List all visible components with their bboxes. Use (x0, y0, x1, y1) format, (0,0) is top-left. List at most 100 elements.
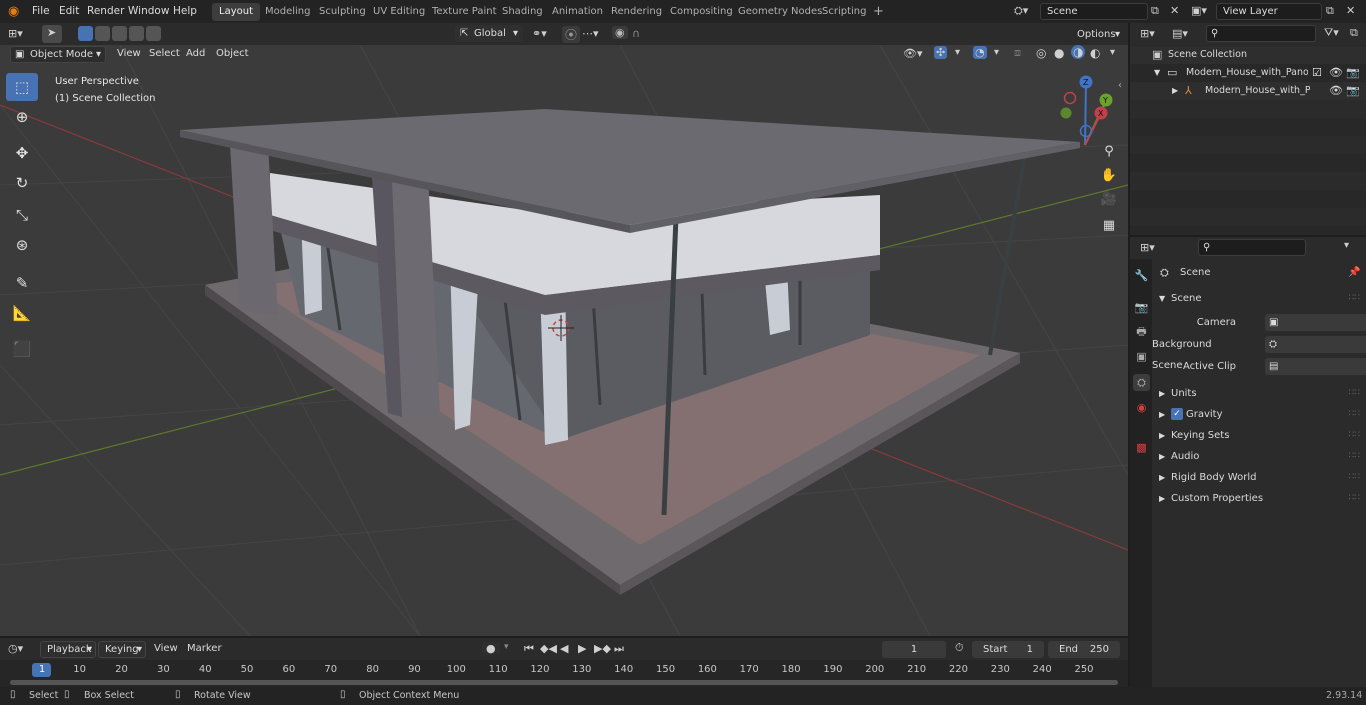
viewport-menu-view[interactable]: View (113, 44, 145, 64)
current-frame-field[interactable]: 1 (882, 641, 946, 658)
selection-mode-new[interactable] (78, 26, 93, 41)
3d-viewport[interactable]: Z Y X User Perspective (1) Scene Collect… (0, 45, 1128, 636)
active-clip-field[interactable]: ▤ (1265, 358, 1366, 375)
view-layer-icon[interactable]: ▣▾ (1191, 4, 1207, 17)
tab-uv-editing[interactable]: UV Editing (366, 3, 432, 21)
audio-panel[interactable]: ▶ Audio ∷∷ (1152, 446, 1366, 467)
selection-mode-subtract[interactable] (112, 26, 127, 41)
select-tool-button[interactable]: ➤ (42, 25, 62, 43)
filter-icon[interactable]: ⛛▾ (1324, 26, 1339, 40)
tab-texture-paint[interactable]: Texture Paint (425, 3, 504, 21)
delete-view-layer-icon[interactable]: ✕ (1346, 4, 1355, 17)
pin-icon[interactable]: 📌 (1348, 262, 1360, 283)
expand-arrow-icon[interactable]: ▶ (1172, 82, 1178, 100)
annotate-tool-icon[interactable]: ✎ (6, 269, 38, 297)
drag-handle-icon[interactable]: ∷∷ (1349, 446, 1360, 467)
next-keyframe-icon[interactable]: ▶◆ (594, 642, 611, 655)
options-dropdown[interactable]: Options ▾ (1070, 26, 1124, 43)
outliner-row-collection[interactable]: ▼ ▭ Modern_House_with_Panoran ☑ 👁 📷 (1130, 64, 1366, 82)
menu-help[interactable]: Help (169, 0, 201, 23)
selection-mode-intersect[interactable] (146, 26, 161, 41)
viewport-menu-select[interactable]: Select (145, 44, 184, 64)
texture-tab-icon[interactable]: ▩ (1133, 439, 1150, 456)
scale-tool-icon[interactable]: ⤡ (6, 201, 38, 229)
move-tool-icon[interactable]: ✥ (6, 139, 38, 167)
tab-modeling[interactable]: Modeling (258, 3, 318, 21)
expand-arrow-icon[interactable]: ▼ (1154, 64, 1160, 82)
selection-mode-extend[interactable] (95, 26, 110, 41)
start-frame-field[interactable]: Start 1 (972, 641, 1044, 658)
properties-options-icon[interactable]: ▾ (1344, 240, 1349, 251)
record-options-icon[interactable]: ▾ (504, 642, 509, 652)
menu-render[interactable]: Render (83, 0, 128, 23)
measure-tool-icon[interactable]: 📐 (6, 299, 38, 327)
end-frame-field[interactable]: End 250 (1048, 641, 1120, 658)
render-camera-icon[interactable]: 📷 (1346, 82, 1360, 100)
properties-editor-icon[interactable]: ⊞▾ (1140, 241, 1155, 254)
render-camera-icon[interactable]: 📷 (1346, 64, 1360, 82)
eye-icon[interactable]: 👁 (1329, 64, 1343, 82)
outliner-row-scene-collection[interactable]: ▣ Scene Collection (1130, 46, 1366, 64)
prev-keyframe-icon[interactable]: ◆◀ (540, 642, 557, 655)
transform-tool-icon[interactable]: ⊛ (6, 231, 38, 259)
menu-edit[interactable]: Edit (55, 0, 83, 23)
render-tab-icon[interactable]: 📷 (1133, 299, 1150, 316)
shading-solid-icon[interactable]: ● (1054, 46, 1064, 60)
new-collection-icon[interactable]: ⧉ (1350, 26, 1358, 40)
keying-menu[interactable]: Keying ▾ (98, 641, 146, 658)
zoom-icon[interactable]: ⚲ (1098, 141, 1120, 163)
timeline-scrollbar[interactable] (10, 680, 1118, 685)
gravity-panel[interactable]: ▶ ✓ Gravity ∷∷ (1152, 404, 1366, 425)
tab-compositing[interactable]: Compositing (663, 3, 740, 21)
outliner-editor-icon[interactable]: ⊞▾ (1140, 27, 1155, 40)
tab-layout[interactable]: Layout (212, 3, 260, 21)
timeline-menu-view[interactable]: View (150, 639, 182, 659)
navigation-gizmo[interactable]: Z Y X (1060, 75, 1113, 146)
cursor-tool-icon[interactable]: ⊕ (6, 103, 38, 131)
play-icon[interactable]: ▶ (578, 642, 586, 655)
tab-sculpting[interactable]: Sculpting (312, 3, 373, 21)
properties-search-input[interactable]: ⚲ (1198, 239, 1306, 256)
camera-view-icon[interactable]: 🎥 (1098, 189, 1120, 211)
selection-mode-invert[interactable] (129, 26, 144, 41)
shading-wireframe-icon[interactable]: ◎ (1036, 46, 1046, 60)
snap-toggle-icon[interactable]: ⦿ (562, 26, 581, 43)
add-cube-tool-icon[interactable]: ⬛ (6, 335, 38, 363)
menu-window[interactable]: Window (124, 0, 173, 23)
editor-type-icon[interactable]: ⊞▾ (8, 27, 23, 40)
drag-handle-icon[interactable]: ∷∷ (1349, 288, 1360, 309)
overlays-dropdown-icon[interactable]: ▾ (994, 47, 999, 58)
viewport-menu-add[interactable]: Add (182, 44, 209, 64)
falloff-icon[interactable]: ∩ (632, 27, 640, 40)
drag-handle-icon[interactable]: ∷∷ (1349, 467, 1360, 488)
drag-handle-icon[interactable]: ∷∷ (1349, 383, 1360, 404)
pan-hand-icon[interactable]: ✋ (1098, 165, 1120, 187)
ortho-grid-icon[interactable]: ▦ (1098, 215, 1120, 237)
menu-file[interactable]: File (28, 0, 54, 23)
camera-field[interactable]: ▣✎ (1265, 314, 1366, 331)
shading-rendered-icon[interactable]: ◐ (1090, 46, 1100, 60)
scene-name-field[interactable]: Scene (1040, 3, 1148, 20)
background-scene-field[interactable]: ⛭ (1265, 336, 1366, 353)
delete-scene-icon[interactable]: ✕ (1170, 4, 1179, 17)
record-icon[interactable]: ● (482, 642, 500, 655)
snap-target-icon[interactable]: ⋯▾ (582, 27, 599, 40)
world-tab-icon[interactable]: ◉ (1133, 399, 1150, 416)
drag-handle-icon[interactable]: ∷∷ (1349, 488, 1360, 509)
playback-menu[interactable]: Playback ▾ (40, 641, 96, 658)
tab-animation[interactable]: Animation (545, 3, 610, 21)
outliner-search-input[interactable]: ⚲ (1206, 25, 1316, 42)
gizmo-toggle-icon[interactable]: ✣ (934, 46, 948, 59)
blender-logo-icon[interactable]: ◉ (8, 4, 24, 19)
xray-toggle-icon[interactable]: ⧈ (1014, 46, 1021, 60)
shading-material-icon[interactable]: ◑ (1071, 45, 1086, 59)
exclude-checkbox[interactable]: ☑ (1312, 64, 1322, 82)
new-scene-icon[interactable]: ⧉ (1151, 4, 1159, 18)
viewport-menu-object[interactable]: Object (212, 44, 253, 64)
gizmo-dropdown-icon[interactable]: ▾ (955, 47, 960, 58)
overlays-toggle-icon[interactable]: ◔ (973, 46, 987, 59)
view-layer-tab-icon[interactable]: ▣ (1133, 348, 1150, 365)
display-mode-icon[interactable]: ▤▾ (1172, 27, 1188, 40)
new-view-layer-icon[interactable]: ⧉ (1326, 4, 1334, 18)
jump-end-icon[interactable]: ⏭ (614, 642, 624, 656)
